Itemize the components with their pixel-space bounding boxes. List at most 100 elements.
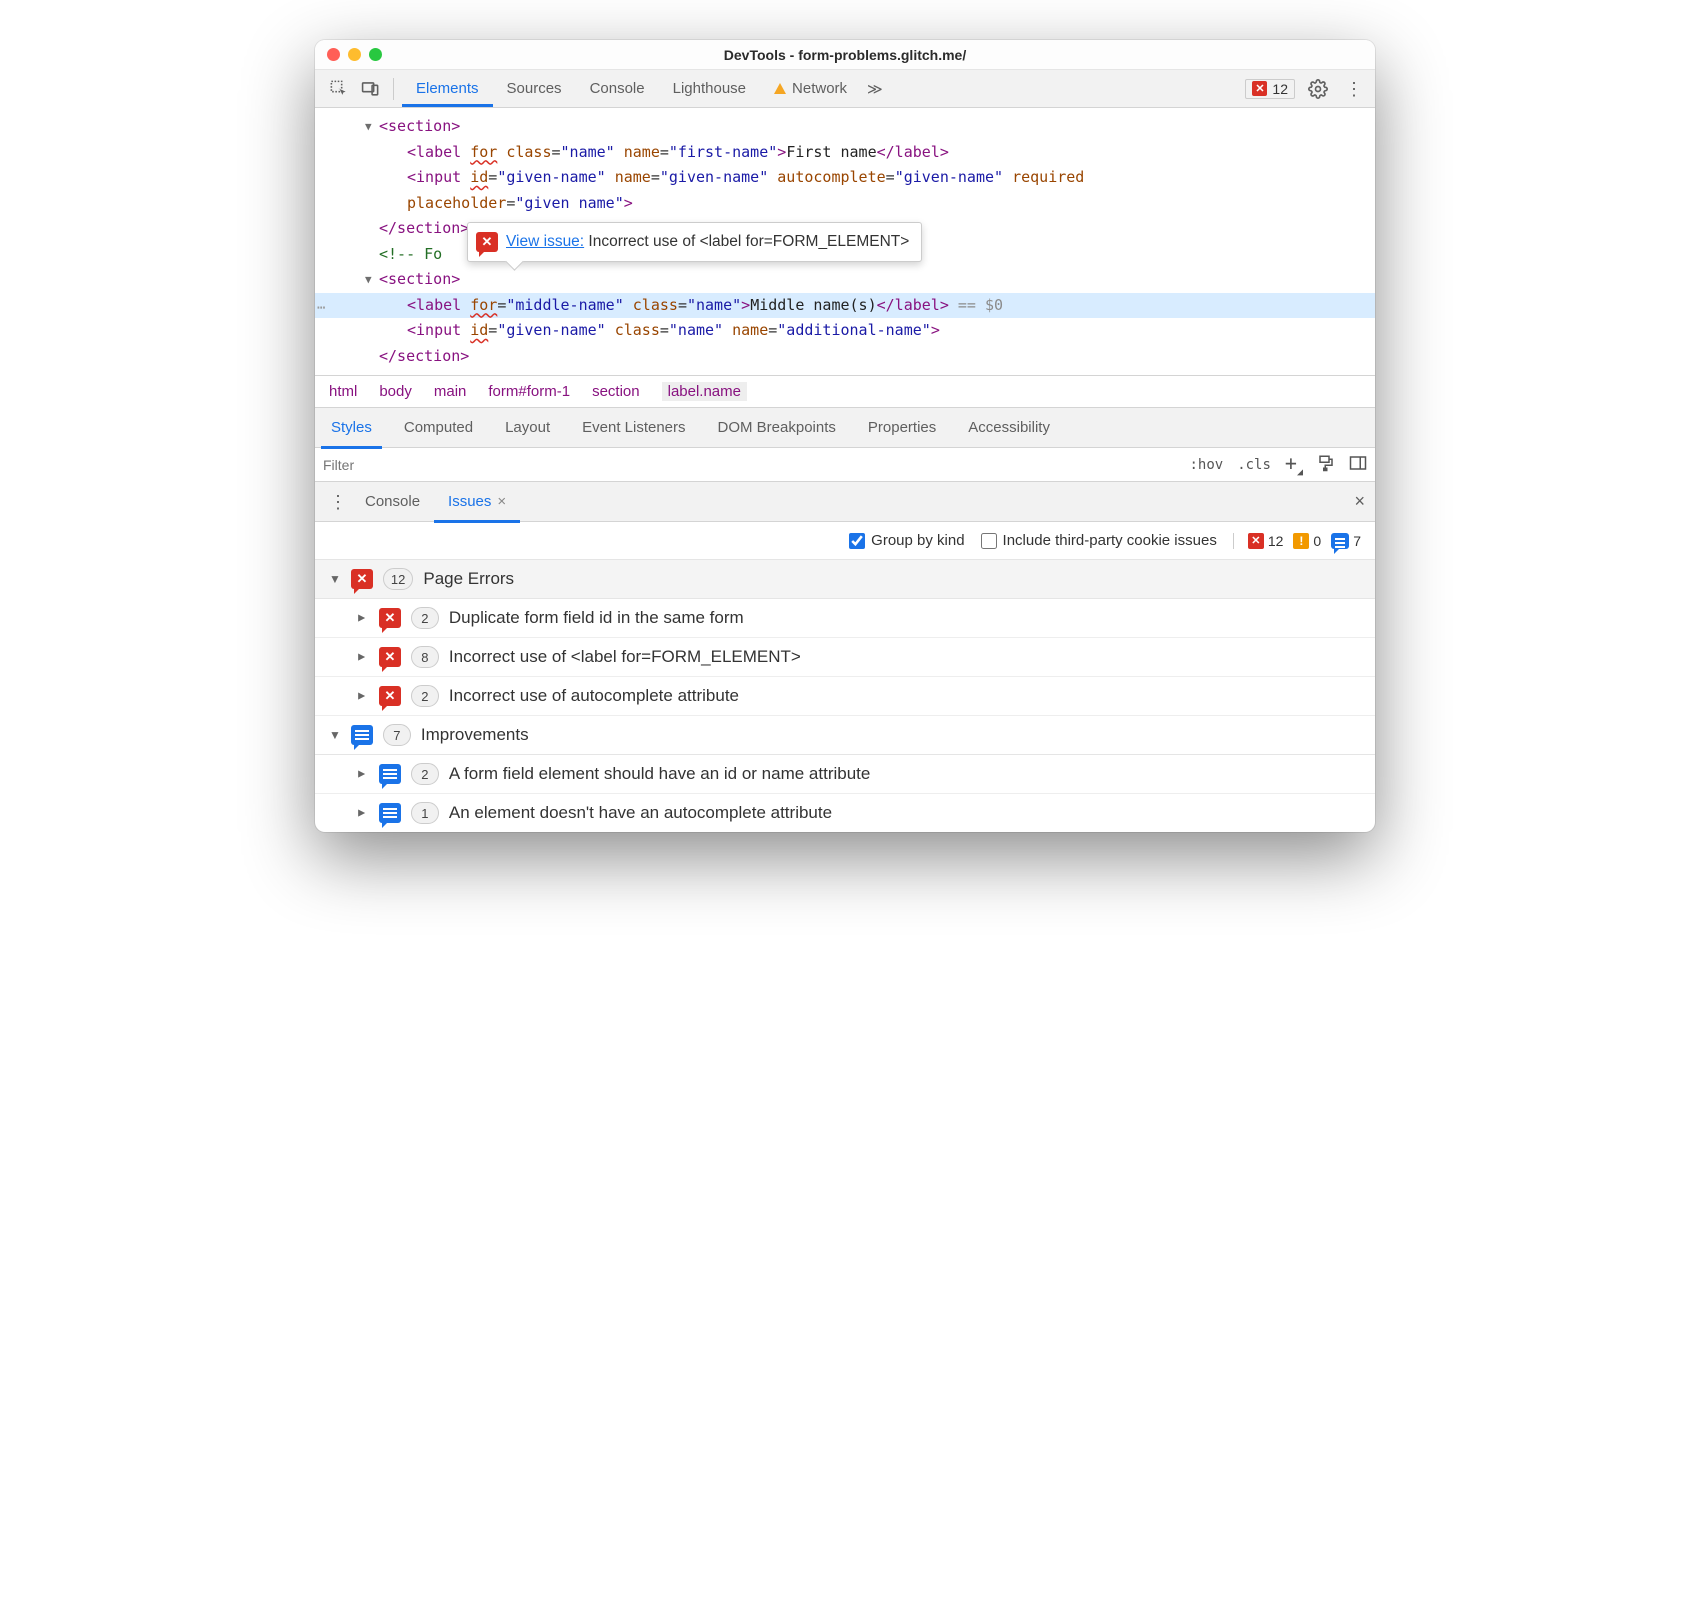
dom-node[interactable]: <section> bbox=[379, 117, 460, 135]
toggle-pane-icon[interactable] bbox=[1349, 454, 1367, 476]
panel-tabs: Elements Sources Console Lighthouse Netw… bbox=[402, 70, 1243, 107]
issue-counts: ✕12 !0 7 bbox=[1233, 533, 1361, 549]
tab-accessibility[interactable]: Accessibility bbox=[958, 410, 1060, 449]
count-badge: 2 bbox=[411, 763, 439, 785]
breadcrumb-item[interactable]: body bbox=[379, 383, 412, 400]
window-title: DevTools - form-problems.glitch.me/ bbox=[315, 47, 1375, 63]
devtools-window: DevTools - form-problems.glitch.me/ Elem… bbox=[315, 40, 1375, 832]
tab-label: Elements bbox=[416, 80, 479, 97]
drawer-tab-issues[interactable]: Issues× bbox=[434, 484, 520, 523]
info-speech-icon bbox=[379, 803, 401, 823]
more-menu-icon[interactable]: ⋮ bbox=[1341, 76, 1367, 102]
chevron-right-icon: ▼ bbox=[354, 690, 368, 702]
breadcrumb-item[interactable]: main bbox=[434, 383, 467, 400]
drawer-menu-icon[interactable]: ⋮ bbox=[325, 489, 351, 515]
warning-icon bbox=[774, 83, 786, 94]
count-badge: 8 bbox=[411, 646, 439, 668]
more-tabs[interactable]: ≫ bbox=[861, 73, 889, 107]
styles-filter-bar: :hov .cls +◢ bbox=[315, 448, 1375, 482]
issue-title: A form field element should have an id o… bbox=[449, 764, 870, 784]
error-speech-icon: ✕ bbox=[379, 608, 401, 628]
issue-row[interactable]: ▼ 2 A form field element should have an … bbox=[315, 755, 1375, 794]
error-count-badge[interactable]: ✕ 12 bbox=[1245, 79, 1295, 99]
tab-lighthouse[interactable]: Lighthouse bbox=[659, 73, 760, 107]
cls-button[interactable]: .cls bbox=[1237, 457, 1271, 473]
chevron-right-icon: ≫ bbox=[867, 80, 883, 98]
breadcrumb: html body main form#form-1 section label… bbox=[315, 375, 1375, 408]
breadcrumb-item[interactable]: html bbox=[329, 383, 357, 400]
tab-label: Console bbox=[590, 80, 645, 97]
issue-row[interactable]: ▼ ✕ 2 Duplicate form field id in the sam… bbox=[315, 599, 1375, 638]
error-speech-icon: ✕ bbox=[379, 686, 401, 706]
issue-row[interactable]: ▼ ✕ 2 Incorrect use of autocomplete attr… bbox=[315, 677, 1375, 716]
issues-toolbar: Group by kind Include third-party cookie… bbox=[315, 522, 1375, 560]
breadcrumb-item[interactable]: form#form-1 bbox=[488, 383, 570, 400]
close-icon[interactable] bbox=[327, 48, 340, 61]
window-controls bbox=[327, 48, 382, 61]
error-icon: ✕ bbox=[1252, 81, 1267, 96]
error-speech-icon: ✕ bbox=[351, 569, 373, 589]
info-icon bbox=[1331, 533, 1349, 549]
tab-network[interactable]: Network bbox=[760, 73, 861, 107]
info-speech-icon bbox=[379, 764, 401, 784]
tab-label: Network bbox=[792, 80, 847, 97]
tab-event-listeners[interactable]: Event Listeners bbox=[572, 410, 695, 449]
error-icon: ✕ bbox=[1248, 533, 1264, 549]
titlebar: DevTools - form-problems.glitch.me/ bbox=[315, 40, 1375, 70]
tab-dom-breakpoints[interactable]: DOM Breakpoints bbox=[708, 410, 846, 449]
view-issue-link[interactable]: View issue: bbox=[506, 233, 584, 250]
issue-group[interactable]: ▼ ✕ 12 Page Errors bbox=[315, 560, 1375, 599]
drawer-tabs: ⋮ Console Issues× × bbox=[315, 482, 1375, 522]
breadcrumb-item[interactable]: label.name bbox=[662, 382, 747, 401]
tab-elements[interactable]: Elements bbox=[402, 73, 493, 107]
error-count: 12 bbox=[1272, 81, 1288, 97]
issue-group[interactable]: ▼ 7 Improvements bbox=[315, 716, 1375, 755]
drawer-tab-console[interactable]: Console bbox=[351, 484, 434, 523]
info-speech-icon bbox=[351, 725, 373, 745]
warning-icon: ! bbox=[1293, 533, 1309, 549]
tab-label: Lighthouse bbox=[673, 80, 746, 97]
third-party-checkbox[interactable]: Include third-party cookie issues bbox=[981, 532, 1217, 549]
zoom-icon[interactable] bbox=[369, 48, 382, 61]
breadcrumb-item[interactable]: section bbox=[592, 383, 640, 400]
inspect-icon[interactable] bbox=[323, 74, 353, 104]
error-speech-icon: ✕ bbox=[476, 232, 498, 252]
issue-tooltip: ✕ View issue: Incorrect use of <label fo… bbox=[467, 222, 922, 262]
new-style-icon[interactable]: +◢ bbox=[1285, 451, 1303, 478]
chevron-right-icon: ▼ bbox=[354, 651, 368, 663]
issue-title: Incorrect use of <label for=FORM_ELEMENT… bbox=[449, 647, 801, 667]
tab-console[interactable]: Console bbox=[576, 73, 659, 107]
paint-icon[interactable] bbox=[1317, 454, 1335, 476]
chevron-right-icon: ▼ bbox=[354, 612, 368, 624]
count-badge: 2 bbox=[411, 685, 439, 707]
issue-title: Duplicate form field id in the same form bbox=[449, 608, 744, 628]
tab-layout[interactable]: Layout bbox=[495, 410, 560, 449]
dom-tree[interactable]: ▼<section> <label for class="name" name=… bbox=[315, 108, 1375, 375]
close-tab-icon[interactable]: × bbox=[497, 493, 506, 510]
sidebar-tabs: Styles Computed Layout Event Listeners D… bbox=[315, 408, 1375, 448]
tab-sources[interactable]: Sources bbox=[493, 73, 576, 107]
error-speech-icon: ✕ bbox=[379, 647, 401, 667]
group-by-kind-checkbox[interactable]: Group by kind bbox=[849, 532, 964, 549]
count-badge: 12 bbox=[383, 568, 413, 590]
hov-button[interactable]: :hov bbox=[1189, 457, 1223, 473]
tab-label: Sources bbox=[507, 80, 562, 97]
device-toggle-icon[interactable] bbox=[355, 74, 385, 104]
issues-list: ▼ ✕ 12 Page Errors ▼ ✕ 2 Duplicate form … bbox=[315, 560, 1375, 832]
tab-properties[interactable]: Properties bbox=[858, 410, 946, 449]
settings-icon[interactable] bbox=[1305, 76, 1331, 102]
issue-title: An element doesn't have an autocomplete … bbox=[449, 803, 832, 823]
filter-input[interactable] bbox=[323, 457, 1189, 473]
tab-styles[interactable]: Styles bbox=[321, 410, 382, 449]
count-badge: 7 bbox=[383, 724, 411, 746]
chevron-right-icon: ▼ bbox=[354, 807, 368, 819]
tab-computed[interactable]: Computed bbox=[394, 410, 483, 449]
issue-title: Incorrect use of autocomplete attribute bbox=[449, 686, 739, 706]
issue-row[interactable]: ▼ ✕ 8 Incorrect use of <label for=FORM_E… bbox=[315, 638, 1375, 677]
issue-row[interactable]: ▼ 1 An element doesn't have an autocompl… bbox=[315, 794, 1375, 832]
close-drawer-icon[interactable]: × bbox=[1354, 491, 1365, 512]
selected-node[interactable]: <label for="middle-name" class="name">Mi… bbox=[315, 293, 1375, 319]
count-badge: 1 bbox=[411, 802, 439, 824]
group-title: Page Errors bbox=[423, 569, 514, 589]
minimize-icon[interactable] bbox=[348, 48, 361, 61]
